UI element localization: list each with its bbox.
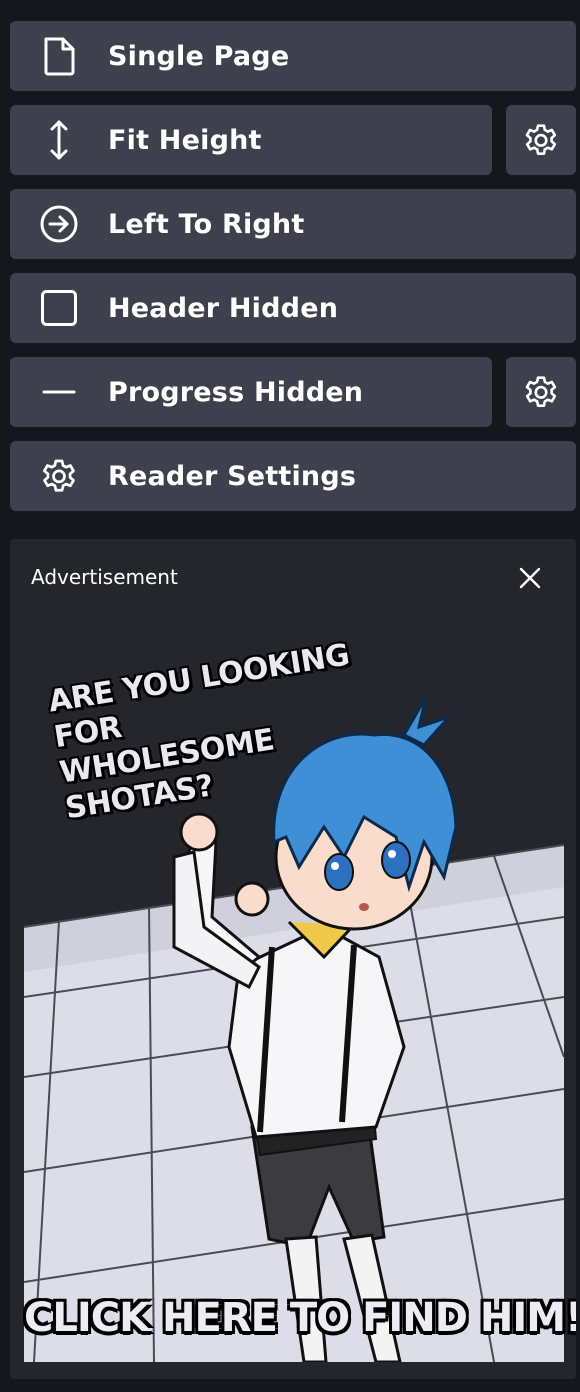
menu-row-progress: Progress Hidden	[10, 357, 576, 427]
progress-settings-button[interactable]	[506, 357, 576, 427]
advertisement-label: Advertisement	[31, 565, 178, 589]
single-page-label: Single Page	[108, 40, 290, 72]
progress-visibility-button[interactable]: Progress Hidden	[10, 357, 492, 427]
dash-icon	[10, 389, 108, 395]
menu-row-header: Header Hidden	[10, 273, 576, 343]
reader-settings-label: Reader Settings	[108, 460, 357, 492]
gear-icon	[520, 371, 562, 413]
fit-height-label: Fit Height	[108, 124, 262, 156]
advertisement-panel: Advertisement ARE YOU LOOKING FOR WHOLES…	[10, 539, 576, 1379]
header-visibility-button[interactable]: Header Hidden	[10, 273, 576, 343]
menu-row-fit-height: Fit Height	[10, 105, 576, 175]
reader-settings-button[interactable]: Reader Settings	[10, 441, 576, 511]
advertisement-banner[interactable]: ARE YOU LOOKING FOR WHOLESOME SHOTAS? CL…	[24, 627, 576, 1362]
progress-visibility-label: Progress Hidden	[108, 376, 364, 408]
menu-row-reader-settings: Reader Settings	[10, 441, 576, 511]
gear-icon	[10, 454, 108, 498]
single-page-button[interactable]: Single Page	[10, 21, 576, 91]
arrow-right-circle-icon	[10, 204, 108, 244]
fit-height-settings-button[interactable]	[506, 105, 576, 175]
gear-icon	[520, 119, 562, 161]
menu-row-direction: Left To Right	[10, 189, 576, 259]
reading-direction-button[interactable]: Left To Right	[10, 189, 576, 259]
vertical-arrows-icon	[10, 118, 108, 162]
page-icon	[10, 36, 108, 76]
fit-height-button[interactable]: Fit Height	[10, 105, 492, 175]
header-visibility-label: Header Hidden	[108, 292, 339, 324]
reading-direction-label: Left To Right	[108, 208, 305, 240]
menu-row-single-page: Single Page	[10, 21, 576, 91]
close-icon[interactable]	[515, 563, 545, 593]
checkbox-empty-icon	[10, 289, 108, 327]
ad-call-to-action: CLICK HERE TO FIND HIM!	[24, 1295, 576, 1341]
